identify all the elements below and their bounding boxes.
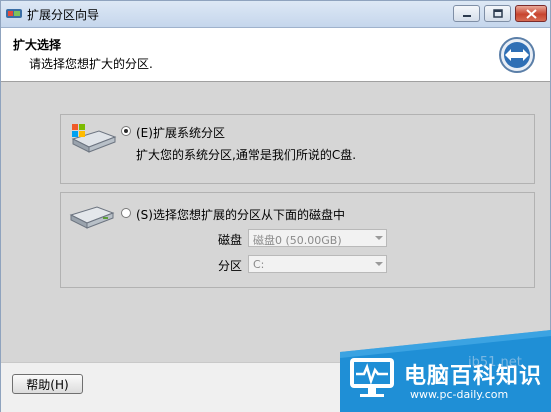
partition-label: 分区: [218, 259, 243, 273]
close-button[interactable]: [515, 5, 547, 22]
option-other-group: (S)选择您想扩展的分区从下面的磁盘中 磁盘 磁盘0 (50.00GB) 分区 …: [60, 192, 535, 288]
partition-select-value: C:: [253, 258, 265, 271]
other-partition-label[interactable]: (S)选择您想扩展的分区从下面的磁盘中: [136, 206, 345, 223]
window-title: 扩展分区向导: [27, 8, 100, 22]
maximize-icon: [492, 9, 503, 18]
watermark-url: www.pc-daily.com: [410, 388, 509, 401]
help-button[interactable]: 帮助(H): [12, 374, 83, 394]
arrows-expand-icon: [499, 37, 535, 73]
watermark-title: 电脑百科知识: [404, 364, 543, 389]
wizard-body: (E)扩展系统分区 扩大您的系统分区,通常是我们所说的C盘. (S)选择您想扩展…: [1, 82, 550, 362]
hard-drive-icon: [69, 206, 115, 229]
partition-select[interactable]: C:: [248, 255, 387, 273]
system-partition-description: 扩大您的系统分区,通常是我们所说的C盘.: [136, 148, 357, 162]
watermark: ib51.net 电脑百科知识 www.pc-daily.com: [340, 330, 551, 412]
maximize-button[interactable]: [484, 5, 511, 22]
minimize-button[interactable]: [453, 5, 480, 22]
title-bar[interactable]: 扩展分区向导: [1, 1, 550, 28]
chevron-down-icon: [375, 236, 383, 240]
minimize-icon: [462, 14, 471, 17]
other-partition-radio[interactable]: [121, 208, 131, 218]
header-title: 扩大选择: [13, 38, 62, 52]
monitor-pulse-icon: [350, 358, 394, 397]
chevron-down-icon: [375, 262, 383, 266]
app-icon: [6, 9, 22, 18]
close-icon: [525, 8, 537, 19]
system-partition-label[interactable]: (E)扩展系统分区: [136, 124, 225, 141]
windows-drive-icon: [71, 124, 117, 153]
disk-select[interactable]: 磁盘0 (50.00GB): [248, 229, 387, 247]
header-subtitle: 请选择您想扩大的分区.: [29, 57, 153, 71]
wizard-header: 扩大选择 请选择您想扩大的分区.: [1, 28, 550, 82]
system-partition-radio[interactable]: [121, 126, 131, 136]
disk-select-value: 磁盘0 (50.00GB): [253, 234, 342, 247]
disk-label: 磁盘: [218, 233, 243, 247]
option-system-group: (E)扩展系统分区 扩大您的系统分区,通常是我们所说的C盘.: [60, 114, 535, 184]
